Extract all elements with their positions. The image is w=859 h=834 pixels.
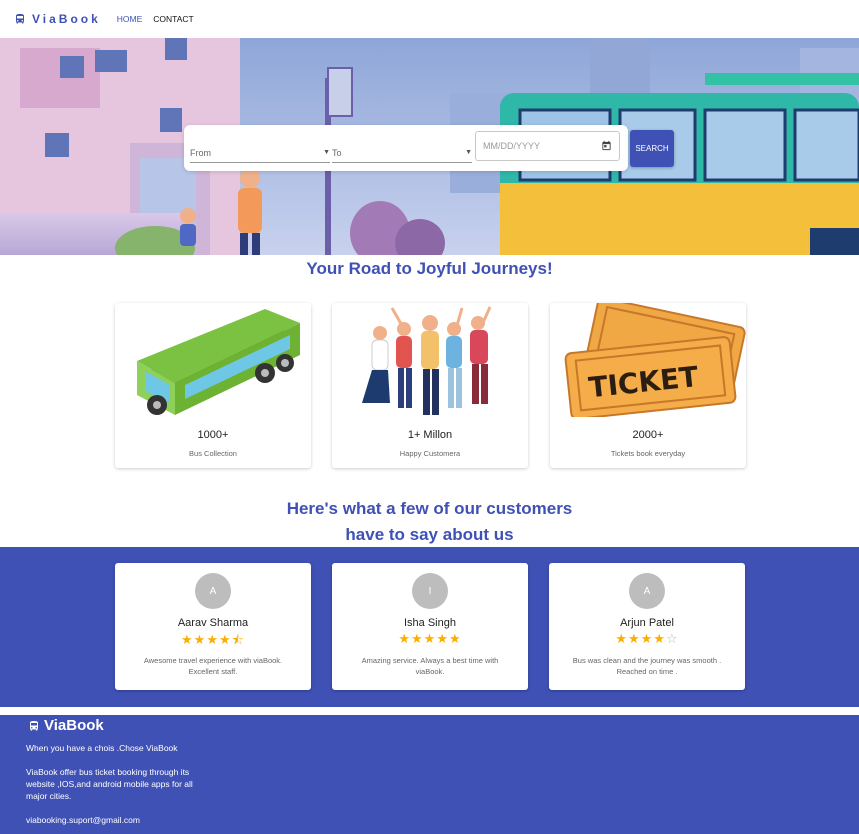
stat-card-customers: 1+ Millon Happy Customera [332, 303, 528, 468]
bus-illustration [137, 309, 300, 415]
star-icons: ★★★★⯪ [181, 632, 245, 647]
reviewer-name: Isha Singh [404, 617, 456, 629]
brand-name: ViaBook [32, 12, 101, 26]
ticket-illustration: TICKET [564, 303, 746, 417]
dropdown-arrow-icon: ▼ [323, 149, 330, 156]
stat-label: Bus Collection [189, 449, 237, 458]
stat-value: 2000+ [632, 429, 664, 441]
calendar-icon[interactable] [601, 140, 612, 151]
nav-home-link[interactable]: HOME [117, 14, 143, 24]
footer: ViaBook When you have a chois .Chose Via… [0, 715, 859, 834]
testimonial-card: A Arjun Patel ★★★★☆ Bus was clean and th… [549, 563, 745, 690]
reviewer-name: Arjun Patel [620, 617, 674, 629]
search-button[interactable]: SEARCH [630, 130, 674, 167]
to-select[interactable]: To ▼ [332, 143, 472, 163]
empty-star-icon: ☆ [665, 631, 679, 646]
avatar: A [195, 573, 231, 609]
date-placeholder: MM/DD/YYYY [483, 141, 541, 151]
testimonials-title-line2: have to say about us [345, 525, 514, 544]
footer-description: ViaBook offer bus ticket booking through… [26, 767, 193, 801]
footer-brand-name: ViaBook [44, 717, 104, 734]
stat-value: 1+ Millon [407, 429, 453, 441]
review-text: Awesome travel experience with viaBook. … [143, 656, 283, 676]
search-form: From ▼ To ▼ MM/DD/YYYY [184, 125, 628, 171]
from-select[interactable]: From ▼ [190, 143, 330, 163]
happy-people-illustration [362, 306, 492, 415]
rating-stars: ★★★★⯪ [115, 631, 311, 653]
testimonial-card: A Aarav Sharma ★★★★⯪ Awesome travel expe… [115, 563, 311, 690]
bus-icon [30, 720, 38, 730]
top-navbar: ViaBook HOME CONTACT [0, 0, 859, 38]
testimonial-card: I Isha Singh ★★★★★ Amazing service. Alwa… [332, 563, 528, 690]
from-label: From [190, 148, 211, 158]
testimonials-section: A Aarav Sharma ★★★★⯪ Awesome travel expe… [0, 547, 859, 707]
testimonials-title: Here's what a few of our customers have … [0, 496, 859, 548]
bus-icon [16, 14, 24, 24]
rating-stars: ★★★★☆ [549, 631, 745, 647]
footer-email[interactable]: viabooking.suport@gmail.com [26, 815, 140, 825]
reviewer-name: Aarav Sharma [177, 617, 249, 629]
stat-card-buses: 1000+ Bus Collection [115, 303, 311, 468]
stat-value: 1000+ [197, 429, 229, 441]
stat-card-tickets: TICKET 2000+ Tickets book everyday [550, 303, 746, 468]
dropdown-arrow-icon: ▼ [465, 149, 472, 156]
testimonials-title-line1: Here's what a few of our customers [286, 499, 573, 518]
star-icons: ★★★★★ [398, 631, 462, 646]
date-input[interactable]: MM/DD/YYYY [475, 131, 620, 161]
main-nav: HOME CONTACT [117, 14, 194, 24]
brand-logo[interactable]: ViaBook [14, 12, 101, 26]
star-icons: ★★★★ [615, 631, 666, 646]
review-text: Bus was clean and the journey was smooth… [572, 656, 722, 676]
rating-stars: ★★★★★ [332, 631, 528, 647]
footer-brand: ViaBook [28, 717, 104, 734]
review-text: Amazing service. Always a best time with… [361, 656, 499, 676]
nav-contact-link[interactable]: CONTACT [153, 14, 193, 24]
stat-label: Tickets book everyday [610, 449, 686, 458]
avatar: A [629, 573, 665, 609]
to-label: To [332, 148, 342, 158]
avatar: I [412, 573, 448, 609]
page-headline: Your Road to Joyful Journeys! [306, 259, 553, 278]
stat-label: Happy Customera [399, 449, 461, 458]
footer-tagline: When you have a chois .Chose ViaBook [26, 743, 178, 753]
